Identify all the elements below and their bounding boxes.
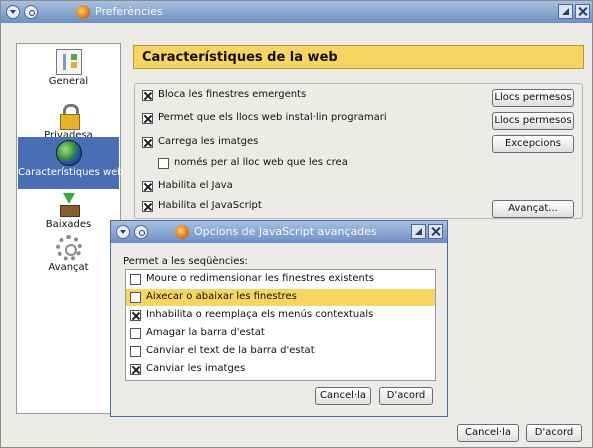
window-titlebar[interactable]: Preferències — [1, 1, 592, 23]
list-item[interactable]: Canviar les imatges — [126, 361, 435, 378]
general-settings-icon — [55, 49, 82, 75]
option-label: Habilita el JavaScript — [158, 200, 262, 211]
sidebar-item-label: General — [48, 76, 89, 87]
sidebar-item-general[interactable]: General — [18, 46, 119, 98]
sidebar-item-web-features[interactable]: Característiques web — [18, 137, 124, 189]
option-label: Habilita el Java — [158, 180, 233, 191]
checkbox[interactable] — [142, 181, 153, 192]
preferences-sidebar: General Privadesa Característiques web B… — [16, 43, 124, 414]
script-permissions-list: Moure o redimensionar les finestres exis… — [125, 269, 436, 381]
close-icon[interactable] — [428, 224, 443, 239]
checkbox[interactable] — [130, 274, 141, 285]
sidebar-item-label: Característiques web — [18, 167, 124, 178]
list-item[interactable]: Moure o redimensionar les finestres exis… — [126, 271, 435, 288]
list-item-label: Aixecar o abaixar les finestres — [146, 291, 297, 302]
page-title: Característiques de la web — [142, 50, 338, 65]
allowed-sites-installs-button[interactable]: Llocs permesos — [492, 112, 574, 130]
option-label: Permet que els llocs web instal·lin prog… — [158, 112, 387, 123]
option-label: Carrega les imatges — [158, 136, 259, 147]
list-item-label: Canviar el text de la barra d'estat — [146, 345, 315, 356]
dialog-titlebar[interactable]: Opcions de JavaScript avançades — [111, 221, 447, 243]
checkbox[interactable] — [130, 364, 141, 375]
checkbox[interactable] — [130, 310, 141, 321]
minimize-icon[interactable] — [411, 224, 426, 239]
firefox-logo-icon — [76, 5, 90, 19]
checkbox[interactable] — [142, 201, 153, 212]
download-box-icon — [56, 192, 82, 218]
allowed-sites-popups-button[interactable]: Llocs permesos — [492, 89, 574, 107]
list-item[interactable]: Inhabilita o reemplaça els menús context… — [126, 307, 435, 324]
option-label: només per al lloc web que les crea — [174, 157, 348, 168]
sidebar-item-label: Baixades — [45, 219, 92, 230]
image-exceptions-button[interactable]: Excepcions — [492, 135, 574, 153]
close-icon[interactable] — [575, 4, 590, 19]
dialog-title: Opcions de JavaScript avançades — [194, 225, 377, 238]
sidebar-item-label: Avançat — [48, 262, 89, 273]
gear-icon — [55, 235, 82, 261]
advanced-javascript-dialog: Opcions de JavaScript avançades Permet a… — [110, 220, 448, 417]
globe-icon — [55, 140, 82, 166]
padlock-icon — [56, 103, 82, 130]
list-item-label: Canviar les imatges — [146, 363, 246, 374]
checkbox[interactable] — [142, 137, 153, 148]
checkbox[interactable] — [142, 113, 153, 124]
list-item[interactable]: Aixecar o abaixar les finestres — [126, 289, 435, 306]
firefox-logo-icon — [175, 225, 189, 239]
cancel-button[interactable]: Cancel·la — [457, 424, 519, 442]
option-label: Bloca les finestres emergents — [158, 89, 307, 100]
checkbox[interactable] — [130, 328, 141, 339]
checkbox[interactable] — [130, 292, 141, 303]
list-item[interactable]: Amagar la barra d'estat — [126, 325, 435, 342]
list-item-label: Amagar la barra d'estat — [146, 327, 265, 338]
minimize-icon[interactable] — [558, 4, 573, 19]
list-item-label: Moure o redimensionar les finestres exis… — [146, 273, 374, 284]
page-header: Característiques de la web — [133, 45, 584, 69]
window-title: Preferències — [95, 5, 163, 18]
window-sticky-icon[interactable] — [24, 5, 38, 19]
checkbox[interactable] — [158, 158, 169, 169]
sidebar-item-advanced[interactable]: Avançat — [18, 232, 119, 284]
window-menu-icon[interactable] — [6, 5, 20, 19]
window-menu-icon[interactable] — [116, 225, 130, 239]
dialog-message: Permet a les seqüències: — [123, 256, 248, 267]
ok-button[interactable]: D'acord — [526, 424, 582, 442]
list-item[interactable]: Canviar el text de la barra d'estat — [126, 343, 435, 360]
javascript-advanced-button[interactable]: Avançat... — [492, 200, 574, 218]
list-item-label: Inhabilita o reemplaça els menús context… — [146, 309, 374, 320]
checkbox[interactable] — [130, 346, 141, 357]
checkbox[interactable] — [142, 90, 153, 101]
dialog-cancel-button[interactable]: Cancel·la — [315, 387, 371, 405]
window-sticky-icon[interactable] — [134, 225, 148, 239]
dialog-ok-button[interactable]: D'acord — [379, 387, 433, 405]
